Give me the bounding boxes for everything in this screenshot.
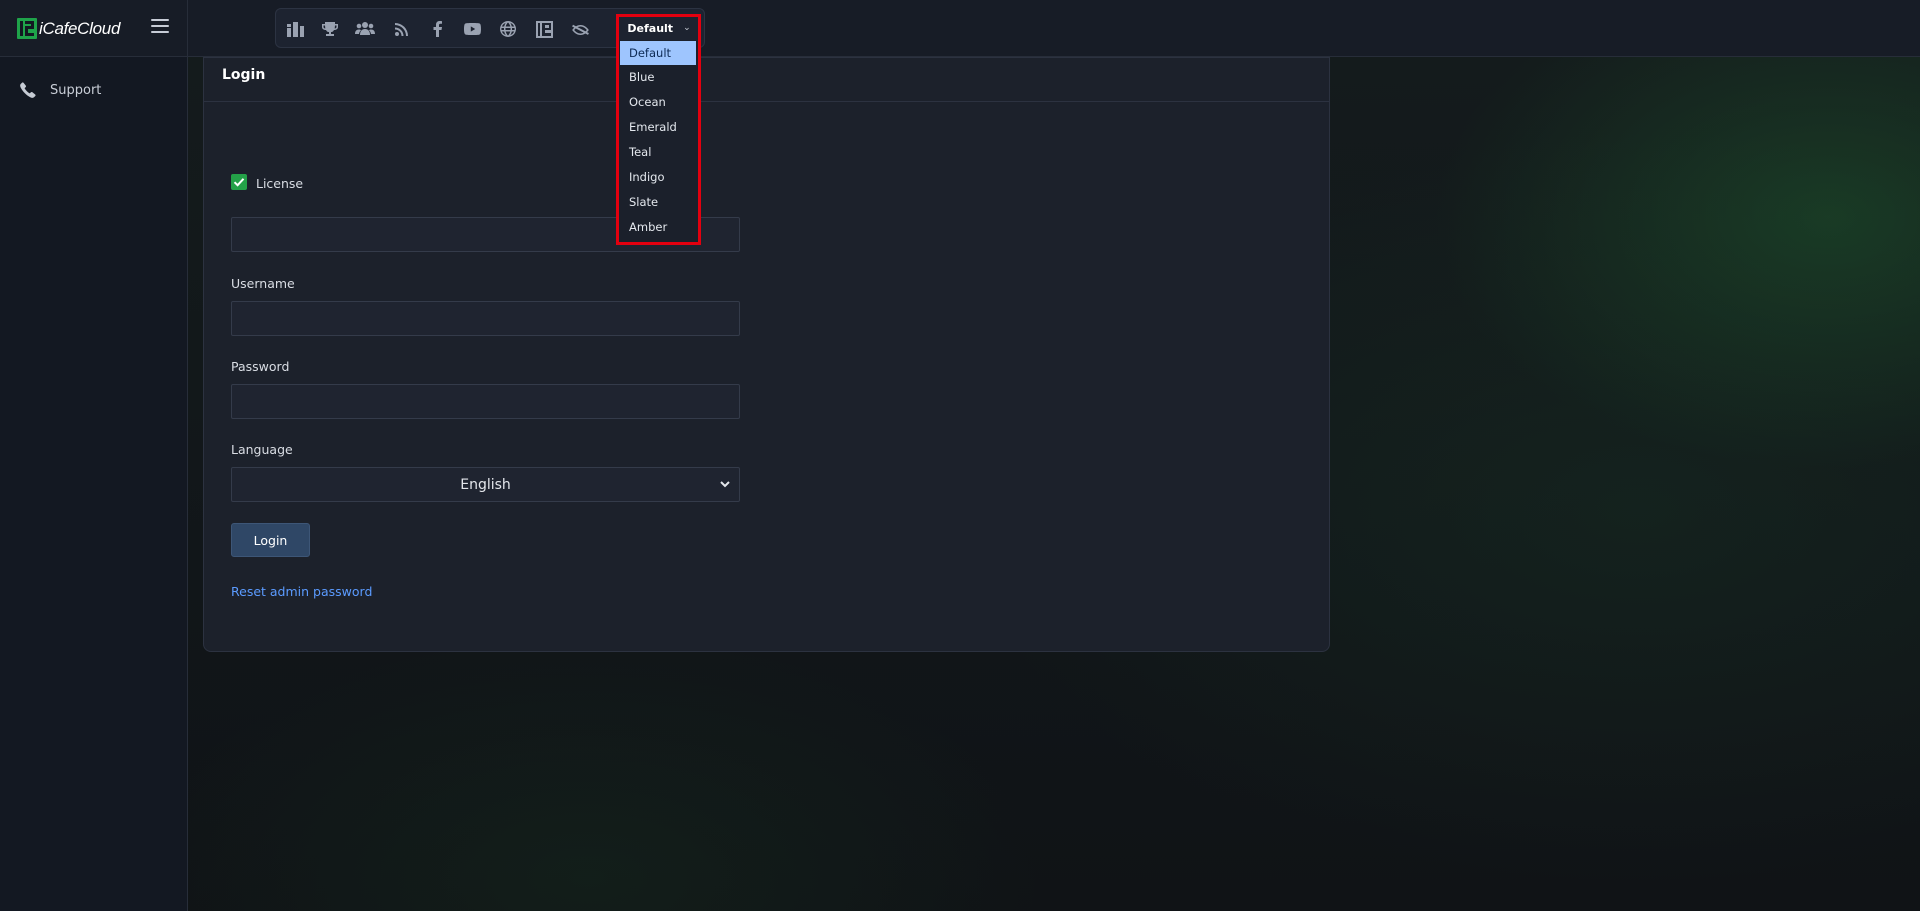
- theme-option-ocean[interactable]: Ocean: [618, 90, 698, 115]
- password-input[interactable]: [231, 384, 740, 419]
- phone-icon: [20, 82, 36, 98]
- chevron-down-icon: [720, 481, 730, 488]
- language-select[interactable]: English: [231, 467, 740, 502]
- theme-option-indigo[interactable]: Indigo: [618, 165, 698, 190]
- youtube-icon[interactable]: [462, 19, 482, 39]
- icafe-logo-mark-icon: [17, 18, 37, 39]
- icafe-logo-icon[interactable]: [534, 19, 554, 39]
- card-header: Login: [204, 58, 1329, 102]
- language-label: Language: [231, 442, 293, 457]
- facebook-icon[interactable]: [427, 19, 447, 39]
- eye-slash-icon[interactable]: [570, 19, 590, 39]
- theme-option-teal[interactable]: Teal: [618, 140, 698, 165]
- users-icon[interactable]: [355, 19, 375, 39]
- theme-option-default[interactable]: Default: [620, 41, 696, 65]
- theme-option-amber[interactable]: Amber: [618, 215, 698, 240]
- trophy-icon[interactable]: [320, 19, 340, 39]
- login-button[interactable]: Login: [231, 523, 310, 557]
- top-bar: iCafeCloud Default ⌄: [0, 0, 1920, 57]
- username-label: Username: [231, 276, 295, 291]
- theme-select-value: Default: [627, 21, 674, 35]
- sidebar: Support: [0, 57, 188, 911]
- language-select-value: English: [460, 476, 511, 493]
- menu-toggle-icon[interactable]: [151, 19, 169, 35]
- dashboard-icon[interactable]: [285, 19, 305, 39]
- license-checkbox[interactable]: [231, 174, 247, 190]
- sidebar-item-support[interactable]: Support: [20, 82, 101, 98]
- theme-option-emerald[interactable]: Emerald: [618, 115, 698, 140]
- checkmark-icon: [233, 178, 245, 187]
- theme-select[interactable]: Default ⌄: [620, 16, 698, 40]
- brand-name: iCafeCloud: [39, 18, 121, 38]
- theme-option-blue[interactable]: Blue: [618, 65, 698, 90]
- license-label: License: [256, 176, 304, 191]
- brand-area: iCafeCloud: [0, 0, 188, 57]
- password-label: Password: [231, 359, 290, 374]
- login-card: Login License Username Password Language…: [203, 57, 1330, 652]
- globe-icon[interactable]: [498, 19, 518, 39]
- theme-dropdown-menu: Default Blue Ocean Emerald Teal Indigo S…: [617, 40, 699, 243]
- card-title: Login: [222, 66, 266, 83]
- reset-admin-password-link[interactable]: Reset admin password: [231, 584, 372, 599]
- theme-option-slate[interactable]: Slate: [618, 190, 698, 215]
- username-input[interactable]: [231, 301, 740, 336]
- logo[interactable]: iCafeCloud: [17, 18, 120, 39]
- chevron-down-icon: ⌄: [683, 23, 691, 33]
- sidebar-item-label: Support: [50, 82, 102, 98]
- rss-icon[interactable]: [391, 19, 411, 39]
